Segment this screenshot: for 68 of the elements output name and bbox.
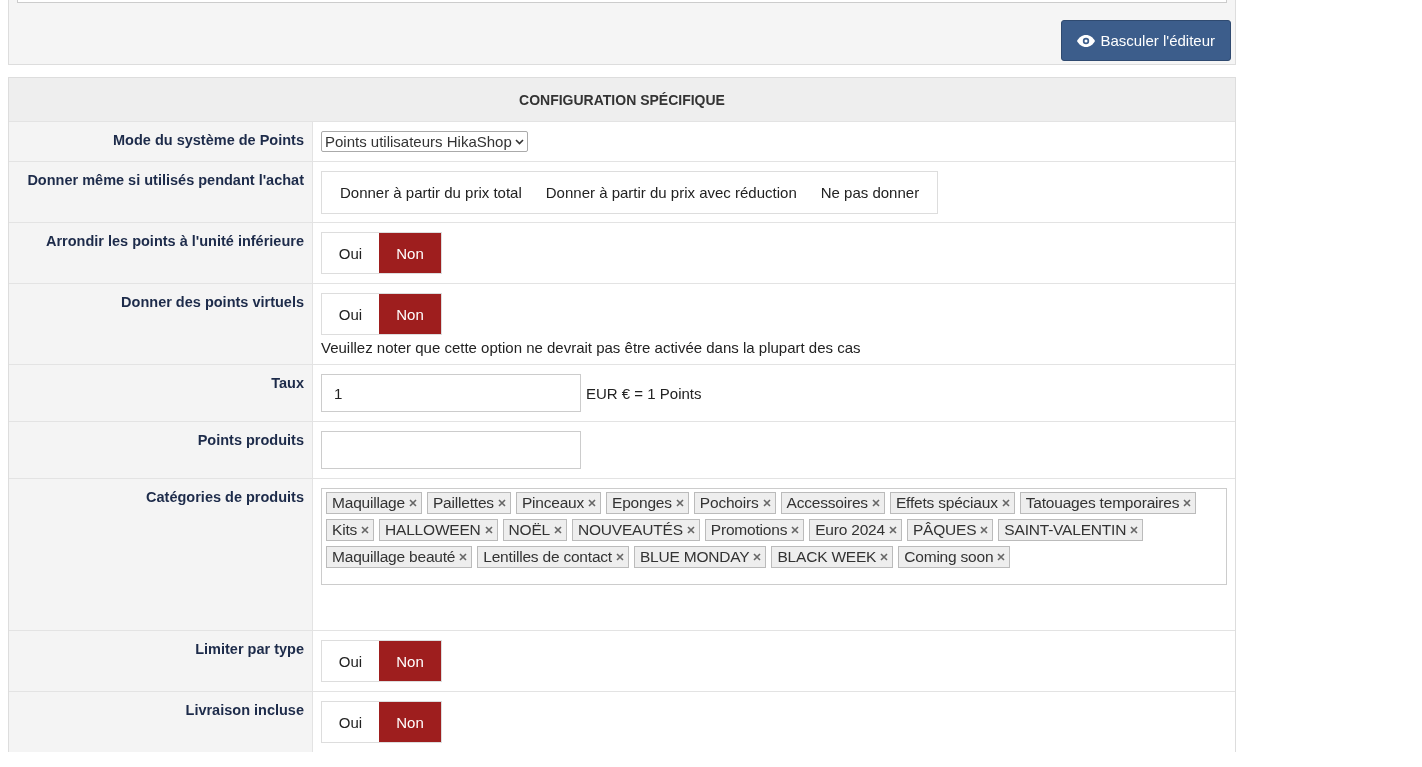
category-tag[interactable]: Kits (326, 519, 375, 541)
remove-icon[interactable] (675, 499, 684, 507)
category-tag[interactable]: Maquillage beauté (326, 546, 473, 568)
note-text: Veuillez noter que cette option ne devrait pas être activée dans la plupart des cas (321, 339, 862, 356)
mode-select[interactable]: Points utilisateurs HikaShop (321, 131, 528, 152)
category-tag[interactable]: Paillettes (426, 492, 511, 514)
remove-icon[interactable] (753, 553, 762, 561)
remove-icon[interactable] (459, 553, 468, 561)
remove-icon[interactable] (588, 499, 597, 507)
eye-icon (1077, 34, 1096, 47)
category-tag[interactable]: Maquillage (326, 492, 422, 514)
remove-icon[interactable] (880, 553, 889, 561)
remove-icon[interactable] (871, 499, 880, 507)
remove-icon[interactable] (997, 553, 1006, 561)
category-tag[interactable]: SAINT-VALENTIN (998, 519, 1144, 541)
field-label: Donner même si utilisés pendant l'achat (9, 162, 313, 222)
remove-icon[interactable] (686, 526, 695, 534)
remove-icon[interactable] (791, 526, 800, 534)
category-tag[interactable]: HALLOWEEN (379, 519, 498, 541)
category-tag[interactable]: Promotions (704, 519, 805, 541)
category-tag[interactable]: Effets spéciaux (889, 492, 1015, 514)
category-tag[interactable]: Eponges (606, 492, 689, 514)
categories-field[interactable] (321, 488, 1227, 585)
toggle-editor-button[interactable]: Basculer l'éditeur (1061, 20, 1231, 61)
category-tag[interactable]: BLUE MONDAY (634, 546, 767, 568)
radio-option[interactable]: Donner à partir du prix avec réduction (533, 176, 809, 209)
remove-icon[interactable] (361, 526, 370, 534)
field-label: Mode du système de Points (9, 122, 313, 161)
field-label: Arrondir les points à l'unité inférieure (9, 223, 313, 283)
category-tag[interactable]: Tatouages temporaires (1019, 492, 1197, 514)
category-tag[interactable]: PÂQUES (906, 519, 994, 541)
category-tag[interactable]: NOËL (502, 519, 567, 541)
field-label: Limiter par type (9, 631, 313, 691)
field-label: Catégories de produits (9, 479, 313, 630)
toggle-option[interactable]: Non (379, 233, 441, 273)
category-tag[interactable]: Pochoirs (693, 492, 776, 514)
text-input[interactable] (321, 431, 581, 469)
unit-text: EUR € = 1 Points (586, 384, 702, 402)
toggle-option[interactable]: Non (379, 641, 441, 681)
remove-icon[interactable] (408, 499, 417, 507)
toggle-option[interactable]: Non (379, 702, 441, 742)
category-tag[interactable]: Lentilles de contact (477, 546, 629, 568)
remove-icon[interactable] (484, 526, 493, 534)
field-label: Points produits (9, 422, 313, 478)
remove-icon[interactable] (554, 526, 562, 534)
field-label: Donner des points virtuels (9, 284, 313, 364)
category-tag[interactable]: Coming soon (898, 546, 1011, 568)
category-tag[interactable]: NOUVEAUTÉS (572, 519, 700, 541)
remove-icon[interactable] (616, 553, 624, 561)
remove-icon[interactable] (1130, 526, 1139, 534)
remove-icon[interactable] (1001, 499, 1010, 507)
field-label: Taux (9, 365, 313, 421)
remove-icon[interactable] (497, 499, 506, 507)
radio-option[interactable]: Ne pas donner (808, 176, 932, 209)
category-tag[interactable]: Euro 2024 (809, 519, 902, 541)
category-tag[interactable]: Accessoires (780, 492, 885, 514)
field-label: Livraison incluse (9, 692, 313, 752)
category-tag[interactable]: Pinceaux (515, 492, 602, 514)
remove-icon[interactable] (980, 526, 989, 534)
toggle-option[interactable]: Non (379, 294, 441, 334)
category-tag[interactable]: BLACK WEEK (771, 546, 894, 568)
text-input[interactable]: 1 (321, 374, 581, 412)
remove-icon[interactable] (1183, 499, 1192, 507)
radio-option[interactable]: Donner à partir du prix total (328, 176, 534, 209)
remove-icon[interactable] (762, 499, 771, 507)
chevron-icon (514, 138, 524, 145)
remove-icon[interactable] (888, 526, 897, 534)
section-header: CONFIGURATION SPÉCIFIQUE (9, 78, 1235, 121)
